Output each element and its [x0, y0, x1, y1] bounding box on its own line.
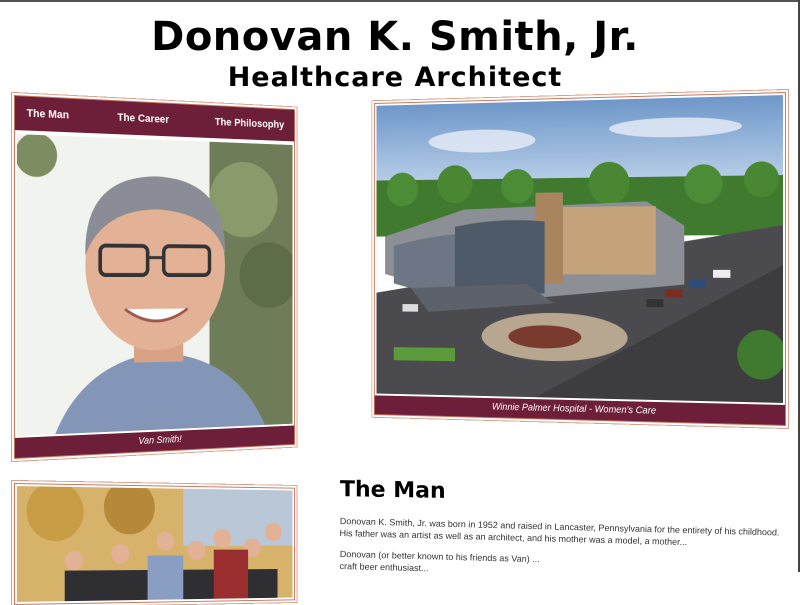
page-subtitle: Healthcare Architect: [0, 62, 790, 93]
page-title: Donovan K. Smith, Jr.: [0, 14, 790, 60]
nav-item-the-philosophy[interactable]: The Philosophy: [215, 116, 284, 130]
nav-item-the-career[interactable]: The Career: [117, 112, 169, 126]
family-panel: [14, 483, 295, 605]
family-photo: [17, 486, 293, 602]
project-panel: Winnie Palmer Hospital - Women's Care: [374, 92, 786, 426]
top-border: [0, 0, 800, 2]
main-nav: The Man The Career The Philosophy: [15, 96, 294, 141]
bio-paragraph-2: Donovan (or better known to his friends …: [339, 548, 779, 584]
hospital-rendering: [377, 95, 784, 403]
portrait-photo: [17, 134, 293, 436]
portrait-panel: The Man The Career The Philosophy Van: [14, 95, 295, 459]
section-heading-the-man: The Man: [340, 477, 446, 504]
nav-item-the-man[interactable]: The Man: [27, 108, 69, 122]
bio-paragraph-1: Donovan K. Smith, Jr. was born in 1952 a…: [339, 515, 779, 551]
